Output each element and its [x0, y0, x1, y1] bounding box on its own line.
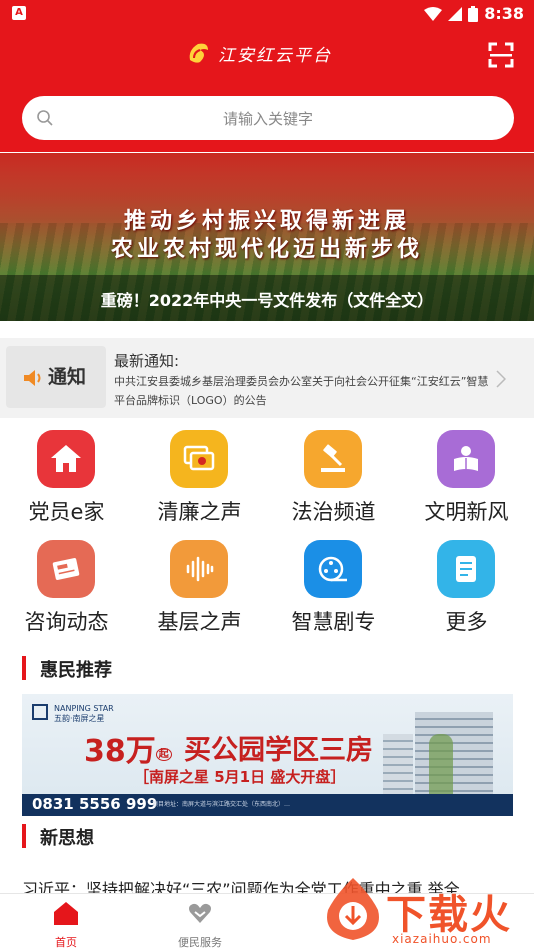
ad-price: 38万起: [84, 726, 172, 770]
search-bar[interactable]: 请输入关键字: [22, 96, 514, 140]
banner-caption-bar: 重磅！2022年中央一号文件发布（文件全文）: [0, 275, 534, 321]
document-icon: [437, 540, 495, 598]
grid-item-label: 清廉之声: [157, 500, 242, 524]
chat-bubbles-icon: [170, 430, 228, 488]
section-accent-bar: [22, 656, 26, 680]
headline-banner[interactable]: 推动乡村振兴取得新进展 农业农村现代化迈出新步伐 重磅！2022年中央一号文件发…: [0, 153, 534, 321]
feature-grid: 党员e家 清廉之声 法治频道 文明新风 咨询动态 基层之声 智慧剧专 更多: [0, 424, 534, 644]
logo-mark-icon: [189, 43, 208, 63]
ad-banner[interactable]: NANPING STAR 五韵·南屏之星 38万起 买公园学区三房 ［南屏之星 …: [22, 694, 513, 816]
status-notification-icon: A: [12, 6, 26, 20]
ad-logo: NANPING STAR 五韵·南屏之星: [54, 704, 114, 723]
grid-item-more[interactable]: 更多: [400, 534, 533, 642]
chevron-right-icon: [496, 370, 506, 388]
ad-subtitle: ［南屏之星 5月1日 盛大开盘］: [134, 768, 346, 786]
app-title: 江安红云平台: [218, 45, 332, 66]
grid-item-grassroots[interactable]: 基层之声: [133, 534, 266, 642]
status-icons: 8:38: [424, 4, 524, 23]
notice-bar[interactable]: 通知 最新通知: 中共江安县委城乡基层治理委员会办公室关于向社会公开征集“江安红…: [0, 338, 534, 418]
banner-caption[interactable]: 重磅！2022年中央一号文件发布（文件全文）: [0, 287, 534, 311]
home-tab-icon: [54, 902, 78, 925]
tab-home[interactable]: 首页: [16, 900, 116, 950]
ad-price-suffix: 起: [155, 748, 172, 761]
grid-item-integrity[interactable]: 清廉之声: [133, 424, 266, 532]
home-icon: [37, 430, 95, 488]
reader-icon: [437, 430, 495, 488]
notice-badge-label: 通知: [48, 366, 87, 388]
notice-badge: 通知: [6, 346, 106, 408]
section-title: 新思想: [40, 828, 94, 849]
battery-icon: [468, 5, 479, 22]
grid-item-consult[interactable]: 咨询动态: [0, 534, 133, 642]
grid-item-label: 基层之声: [157, 610, 242, 634]
speaker-icon: [24, 370, 41, 386]
grid-item-label: 智慧剧专: [291, 610, 376, 634]
watermark-url: xiazaihuo.com: [392, 932, 492, 946]
tab-label: 便民服务: [178, 936, 222, 949]
signal-icon: [448, 6, 463, 21]
film-reel-icon: [304, 540, 362, 598]
scan-icon[interactable]: [488, 42, 514, 68]
ad-phone: 0831 5556 999: [32, 795, 158, 813]
ad-footer: 0831 5556 999 项目地址：南屏大道与滨江路交汇处（东西南北）…: [22, 794, 513, 816]
tab-label: 首页: [55, 936, 77, 949]
soundwave-icon: [170, 540, 228, 598]
grid-item-law[interactable]: 法治频道: [267, 424, 400, 532]
wifi-icon: [424, 6, 443, 21]
app-header: 江安红云平台: [0, 28, 534, 84]
status-bar: A 8:38: [0, 0, 534, 28]
grid-item-label: 文明新风: [424, 500, 509, 524]
notice-title: 最新通知:: [114, 352, 180, 370]
ad-slogan: 买公园学区三房: [184, 735, 373, 766]
grid-item-party-home[interactable]: 党员e家: [0, 424, 133, 532]
search-input[interactable]: 请输入关键字: [22, 108, 514, 129]
heart-icon: [189, 903, 211, 923]
ad-price-value: 38万: [84, 734, 156, 769]
ad-logo-icon: [32, 704, 48, 720]
site-watermark: 下载火 xiazaihuo.com: [312, 860, 534, 950]
grid-item-label: 咨询动态: [24, 610, 109, 634]
app-screen: A 8:38 江安红云平台 请输入关键字 推动乡村振兴取得新进展 农业农村现代化…: [0, 0, 534, 950]
section-accent-bar: [22, 824, 26, 848]
tab-services[interactable]: 便民服务: [150, 900, 250, 950]
newspaper-icon: [37, 540, 95, 598]
section-title: 惠民推荐: [40, 660, 112, 681]
grid-item-drama[interactable]: 智慧剧专: [267, 534, 400, 642]
grid-item-civilization[interactable]: 文明新风: [400, 424, 533, 532]
ad-footnote: 项目地址：南屏大道与滨江路交汇处（东西南北）…: [152, 801, 291, 808]
app-logo: 江安红云平台: [186, 40, 332, 66]
grid-item-label: 法治频道: [291, 500, 376, 524]
gavel-icon: [304, 430, 362, 488]
status-time: 8:38: [484, 4, 524, 23]
watermark-logo-icon: [327, 878, 379, 940]
grid-item-label: 更多: [445, 610, 488, 634]
banner-slogan-line2: 农业农村现代化迈出新步伐: [110, 236, 423, 262]
grid-item-label: 党员e家: [28, 500, 105, 524]
notice-text[interactable]: 中共江安县委城乡基层治理委员会办公室关于向社会公开征集“江安红云”智慧平台品牌标…: [114, 372, 494, 410]
